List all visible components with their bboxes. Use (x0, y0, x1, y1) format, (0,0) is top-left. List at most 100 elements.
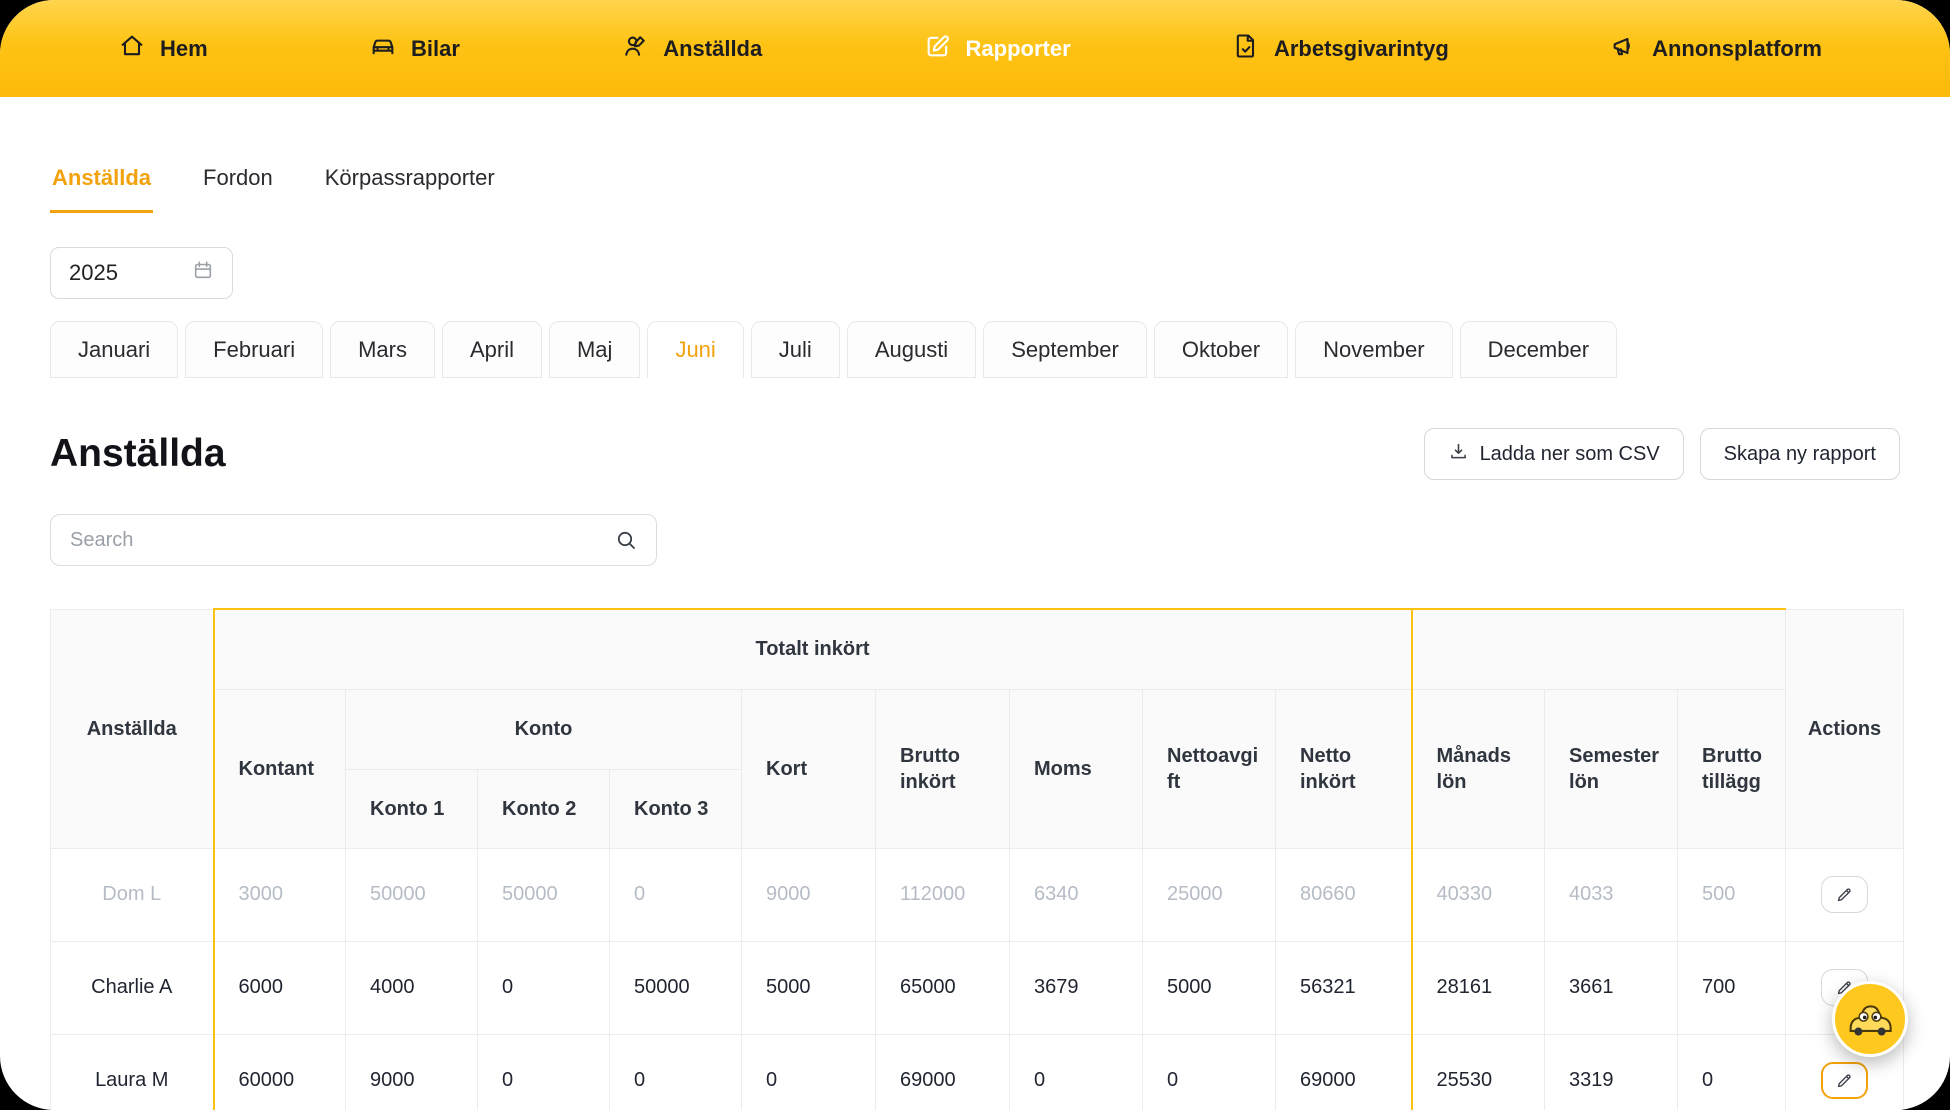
search-icon (614, 528, 638, 552)
nav-item-anstallda[interactable]: Anställda (621, 32, 762, 66)
title-row: Anställda Ladda ner som CSV Skapa ny rap… (50, 428, 1900, 480)
value-cell: 0 (742, 1034, 876, 1110)
value-cell: 0 (478, 1034, 610, 1110)
value-cell: 5000 (1143, 941, 1276, 1034)
header-kort: Kort (742, 689, 876, 848)
download-csv-label: Ladda ner som CSV (1480, 443, 1660, 466)
value-cell: 4033 (1545, 848, 1678, 941)
certificate-icon (1232, 32, 1260, 66)
nav-item-rapporter[interactable]: Rapporter (924, 32, 1071, 66)
month-tab-oktober[interactable]: Oktober (1154, 321, 1288, 378)
value-cell: 3000 (214, 848, 346, 941)
employee-name-cell: Dom L (51, 848, 214, 941)
value-cell: 25000 (1143, 848, 1276, 941)
value-cell: 0 (1010, 1034, 1143, 1110)
nav-item-label: Annonsplatform (1652, 36, 1822, 62)
create-report-label: Skapa ny rapport (1724, 443, 1876, 466)
value-cell: 500 (1678, 848, 1786, 941)
megaphone-icon (1610, 32, 1638, 66)
create-report-button[interactable]: Skapa ny rapport (1700, 428, 1900, 480)
header-brutto-tillagg: Brutto tillägg (1678, 689, 1786, 848)
month-tab-november[interactable]: November (1295, 321, 1452, 378)
nav-item-label: Bilar (411, 36, 460, 62)
employees-table: Anställda Totalt inkört Actions Kontant … (50, 608, 1904, 1110)
employee-name-cell: Charlie A (51, 941, 214, 1034)
value-cell: 0 (610, 848, 742, 941)
download-icon (1448, 441, 1469, 468)
month-tab-mars[interactable]: Mars (330, 321, 435, 378)
value-cell: 60000 (214, 1034, 346, 1110)
value-cell: 50000 (478, 848, 610, 941)
car-mascot-icon (1839, 987, 1901, 1052)
car-icon (369, 32, 397, 66)
month-tabs: JanuariFebruariMarsAprilMajJuniJuliAugus… (50, 321, 1900, 378)
value-cell: 0 (478, 941, 610, 1034)
value-cell: 28161 (1412, 941, 1545, 1034)
page-content: Anställda Fordon Körpassrapporter 2025 J… (0, 165, 1950, 1110)
table-row: Laura M600009000000690000069000255303319… (51, 1034, 1904, 1110)
header-group-totalt-inkort: Totalt inkört (214, 609, 1412, 689)
table-row: Dom L30005000050000090001120006340250008… (51, 848, 1904, 941)
download-csv-button[interactable]: Ladda ner som CSV (1424, 428, 1684, 480)
home-icon (118, 32, 146, 66)
reports-icon (924, 32, 952, 66)
value-cell: 65000 (876, 941, 1010, 1034)
header-nettoavgift: Nettoavgift (1143, 689, 1276, 848)
header-konto2: Konto 2 (478, 769, 610, 848)
nav-item-label: Rapporter (966, 36, 1071, 62)
nav-item-hem[interactable]: Hem (118, 32, 208, 66)
header-employee: Anställda (51, 609, 214, 848)
month-tab-december[interactable]: December (1460, 321, 1617, 378)
nav-item-bilar[interactable]: Bilar (369, 32, 460, 66)
header-manadslon: Månads lön (1412, 689, 1545, 848)
header-konto: Konto (346, 689, 742, 769)
month-tab-augusti[interactable]: Augusti (847, 321, 976, 378)
header-moms: Moms (1010, 689, 1143, 848)
month-tab-april[interactable]: April (442, 321, 542, 378)
tab-korpassrapporter[interactable]: Körpassrapporter (323, 165, 497, 213)
employees-table-wrap: Anställda Totalt inkört Actions Kontant … (50, 608, 1906, 1110)
value-cell: 3319 (1545, 1034, 1678, 1110)
header-netto-inkort: Netto inkört (1276, 689, 1412, 848)
year-select[interactable]: 2025 (50, 247, 233, 299)
value-cell: 4000 (346, 941, 478, 1034)
nav-item-label: Arbetsgivarintyg (1274, 36, 1449, 62)
month-tab-februari[interactable]: Februari (185, 321, 323, 378)
value-cell: 0 (610, 1034, 742, 1110)
value-cell: 40330 (1412, 848, 1545, 941)
tab-anstallda[interactable]: Anställda (50, 165, 153, 213)
value-cell: 9000 (346, 1034, 478, 1110)
employees-icon (621, 32, 649, 66)
edit-row-button[interactable] (1821, 876, 1868, 913)
value-cell: 25530 (1412, 1034, 1545, 1110)
employee-name-cell: Laura M (51, 1034, 214, 1110)
search-box (50, 514, 657, 566)
year-select-value: 2025 (69, 260, 118, 286)
title-actions: Ladda ner som CSV Skapa ny rapport (1424, 428, 1900, 480)
month-tab-juni[interactable]: Juni (647, 321, 743, 378)
value-cell: 50000 (346, 848, 478, 941)
edit-row-button[interactable] (1821, 1062, 1868, 1099)
header-brutto-inkort: Brutto inkört (876, 689, 1010, 848)
value-cell: 0 (1678, 1034, 1786, 1110)
calendar-icon (192, 259, 214, 287)
header-kontant: Kontant (214, 689, 346, 848)
table-row: Charlie A6000400005000050006500036795000… (51, 941, 1904, 1034)
value-cell: 56321 (1276, 941, 1412, 1034)
month-tab-maj[interactable]: Maj (549, 321, 640, 378)
month-tab-september[interactable]: September (983, 321, 1147, 378)
nav-item-label: Anställda (663, 36, 762, 62)
nav-item-annonsplatform[interactable]: Annonsplatform (1610, 32, 1822, 66)
search-input[interactable] (50, 514, 657, 566)
header-semesterlon: Semester lön (1545, 689, 1678, 848)
nav-item-arbetsgivarintyg[interactable]: Arbetsgivarintyg (1232, 32, 1449, 66)
tab-fordon[interactable]: Fordon (201, 165, 275, 213)
app-window: Hem Bilar Anställda Rapporter Arbetsgiva… (0, 0, 1950, 1110)
top-navigation: Hem Bilar Anställda Rapporter Arbetsgiva… (0, 0, 1950, 97)
value-cell: 6340 (1010, 848, 1143, 941)
month-tab-januari[interactable]: Januari (50, 321, 178, 378)
month-tab-juli[interactable]: Juli (751, 321, 840, 378)
mascot-chat-button[interactable] (1832, 981, 1908, 1057)
value-cell: 69000 (876, 1034, 1010, 1110)
value-cell: 0 (1143, 1034, 1276, 1110)
